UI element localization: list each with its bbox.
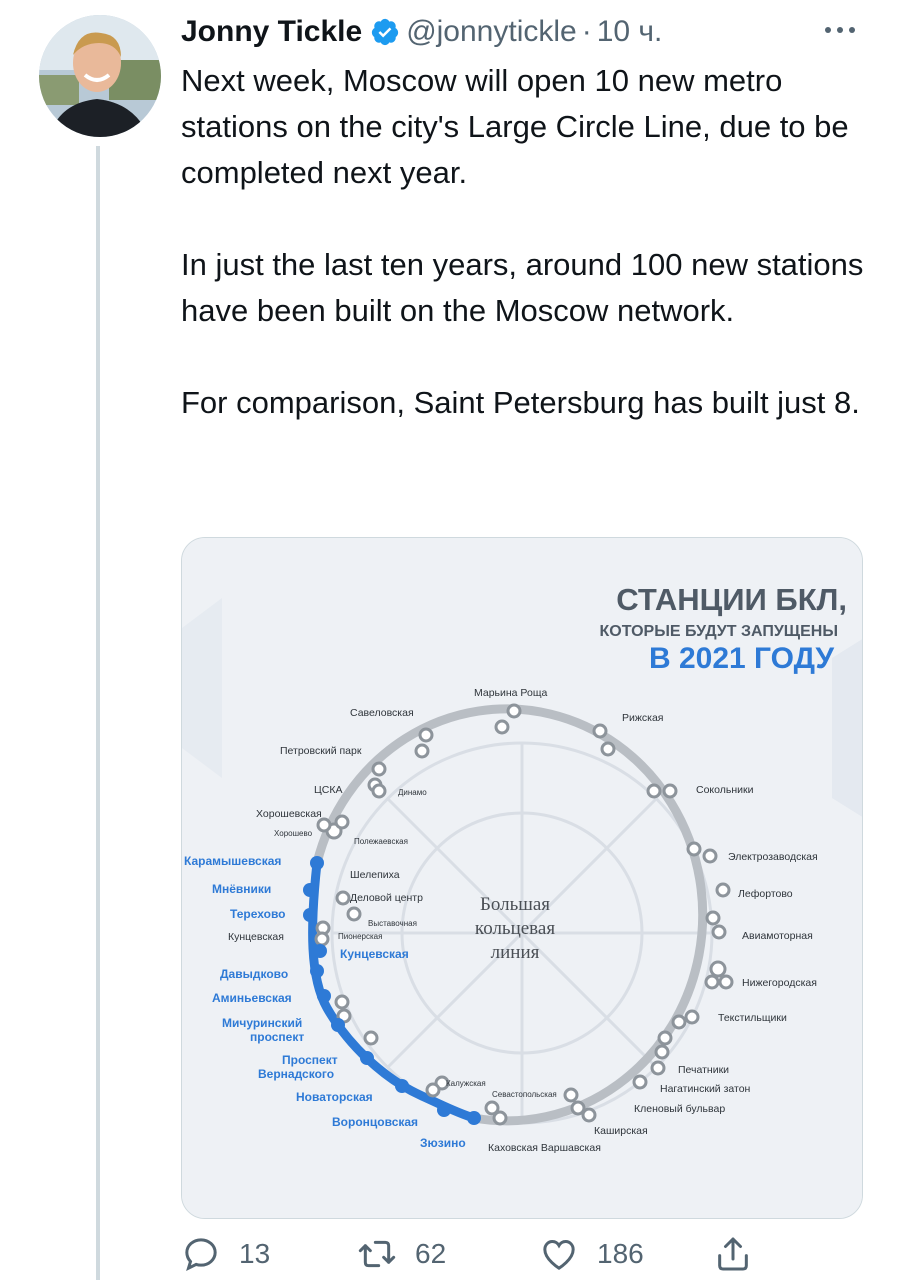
tweet-header: Jonny Tickle @jonnytickle · 10 ч. <box>181 12 662 52</box>
separator-dot: · <box>581 15 592 48</box>
station-label: Нижегородская <box>742 977 817 989</box>
station-label: Калужская <box>446 1079 486 1088</box>
station-label: Пионерская <box>338 932 382 941</box>
new-station-label: Давыдково <box>220 967 288 981</box>
new-station-label: проспект <box>250 1030 304 1044</box>
retweet-button[interactable]: 62 <box>357 1228 446 1280</box>
timestamp[interactable]: 10 ч. <box>597 15 663 49</box>
station-label: Текстильщики <box>718 1012 787 1024</box>
station-label: Каховская Варшавская <box>488 1142 601 1154</box>
new-station-label: Вернадского <box>258 1067 334 1081</box>
author-name[interactable]: Jonny Tickle <box>181 15 362 49</box>
station-label: Деловой центр <box>350 892 423 904</box>
new-station-label: Кунцевская <box>340 947 409 961</box>
station-label: Авиамоторная <box>742 930 813 942</box>
new-station-label: Мнёвники <box>212 882 271 896</box>
tweet-text: Next week, Moscow will open 10 new metro… <box>181 58 871 426</box>
station-label: Выставочная <box>368 919 417 928</box>
station-label: Петровский парк <box>280 745 362 757</box>
station-label: Севастопольская <box>492 1090 557 1099</box>
new-station-label: Воронцовская <box>332 1115 418 1129</box>
station-label: Лефортово <box>738 888 793 900</box>
tweet-paragraph: Next week, Moscow will open 10 new metro… <box>181 63 849 190</box>
station-label: Динамо <box>398 788 427 797</box>
map-year: В 2021 ГОДУ <box>649 642 834 675</box>
new-station-label: Мичуринский <box>222 1016 302 1030</box>
station-label: Кунцевская <box>228 931 284 943</box>
station-label: Кленовый бульвар <box>634 1103 725 1115</box>
station-label: Каширская <box>594 1125 648 1137</box>
tweet-paragraph: For comparison, Saint Petersburg has bui… <box>181 385 860 420</box>
tweet-media-image[interactable]: СТАНЦИИ БКЛ, КОТОРЫЕ БУДУТ ЗАПУЩЕНЫ В 20… <box>181 537 863 1219</box>
new-station-label: Проспект <box>282 1053 338 1067</box>
new-station-label: Терехово <box>230 907 286 921</box>
station-label: Электрозаводская <box>728 851 818 863</box>
new-station-label: Новаторская <box>296 1090 373 1104</box>
station-label: ЦСКА <box>314 784 342 796</box>
tweet-actions: 13 62 186 <box>181 1228 781 1280</box>
new-station-label: Карамышевская <box>184 854 281 868</box>
station-label: Марьина Роща <box>474 687 547 699</box>
new-station-label: Зюзино <box>420 1136 466 1150</box>
like-icon <box>543 1239 575 1270</box>
station-label: Печатники <box>678 1064 729 1076</box>
tweet-paragraph: In just the last ten years, around 100 n… <box>181 247 864 328</box>
retweet-icon <box>358 1240 396 1268</box>
station-label: Рижская <box>622 712 664 724</box>
station-label: Шелепиха <box>350 869 400 881</box>
map-subtitle: КОТОРЫЕ БУДУТ ЗАПУЩЕНЫ <box>599 623 838 640</box>
reply-icon <box>185 1238 217 1272</box>
station-label: Хорошевская <box>256 808 322 820</box>
map-title: СТАНЦИИ БКЛ, <box>616 582 847 617</box>
center-label-2: кольцевая <box>475 918 555 939</box>
avatar[interactable] <box>39 15 161 137</box>
share-button[interactable] <box>713 1228 753 1280</box>
more-icon[interactable] <box>820 18 860 42</box>
retweet-count: 62 <box>415 1238 447 1269</box>
station-label: Сокольники <box>696 784 754 796</box>
author-handle[interactable]: @jonnytickle <box>406 15 577 49</box>
station-label: Савеловская <box>350 707 414 719</box>
share-icon <box>718 1237 748 1271</box>
reply-count: 13 <box>239 1238 271 1269</box>
station-label: Нагатинский затон <box>660 1083 751 1095</box>
new-station-label: Аминьевская <box>212 991 292 1005</box>
verified-badge-icon <box>372 18 399 46</box>
reply-button[interactable]: 13 <box>181 1228 270 1280</box>
like-count: 186 <box>597 1238 644 1269</box>
station-label: Полежаевская <box>354 837 408 846</box>
thread-line <box>96 146 100 1280</box>
like-button[interactable]: 186 <box>539 1228 644 1280</box>
center-label-1: Большая <box>480 894 550 915</box>
center-label-3: линия <box>491 942 540 963</box>
station-label: Хорошево <box>274 829 313 838</box>
